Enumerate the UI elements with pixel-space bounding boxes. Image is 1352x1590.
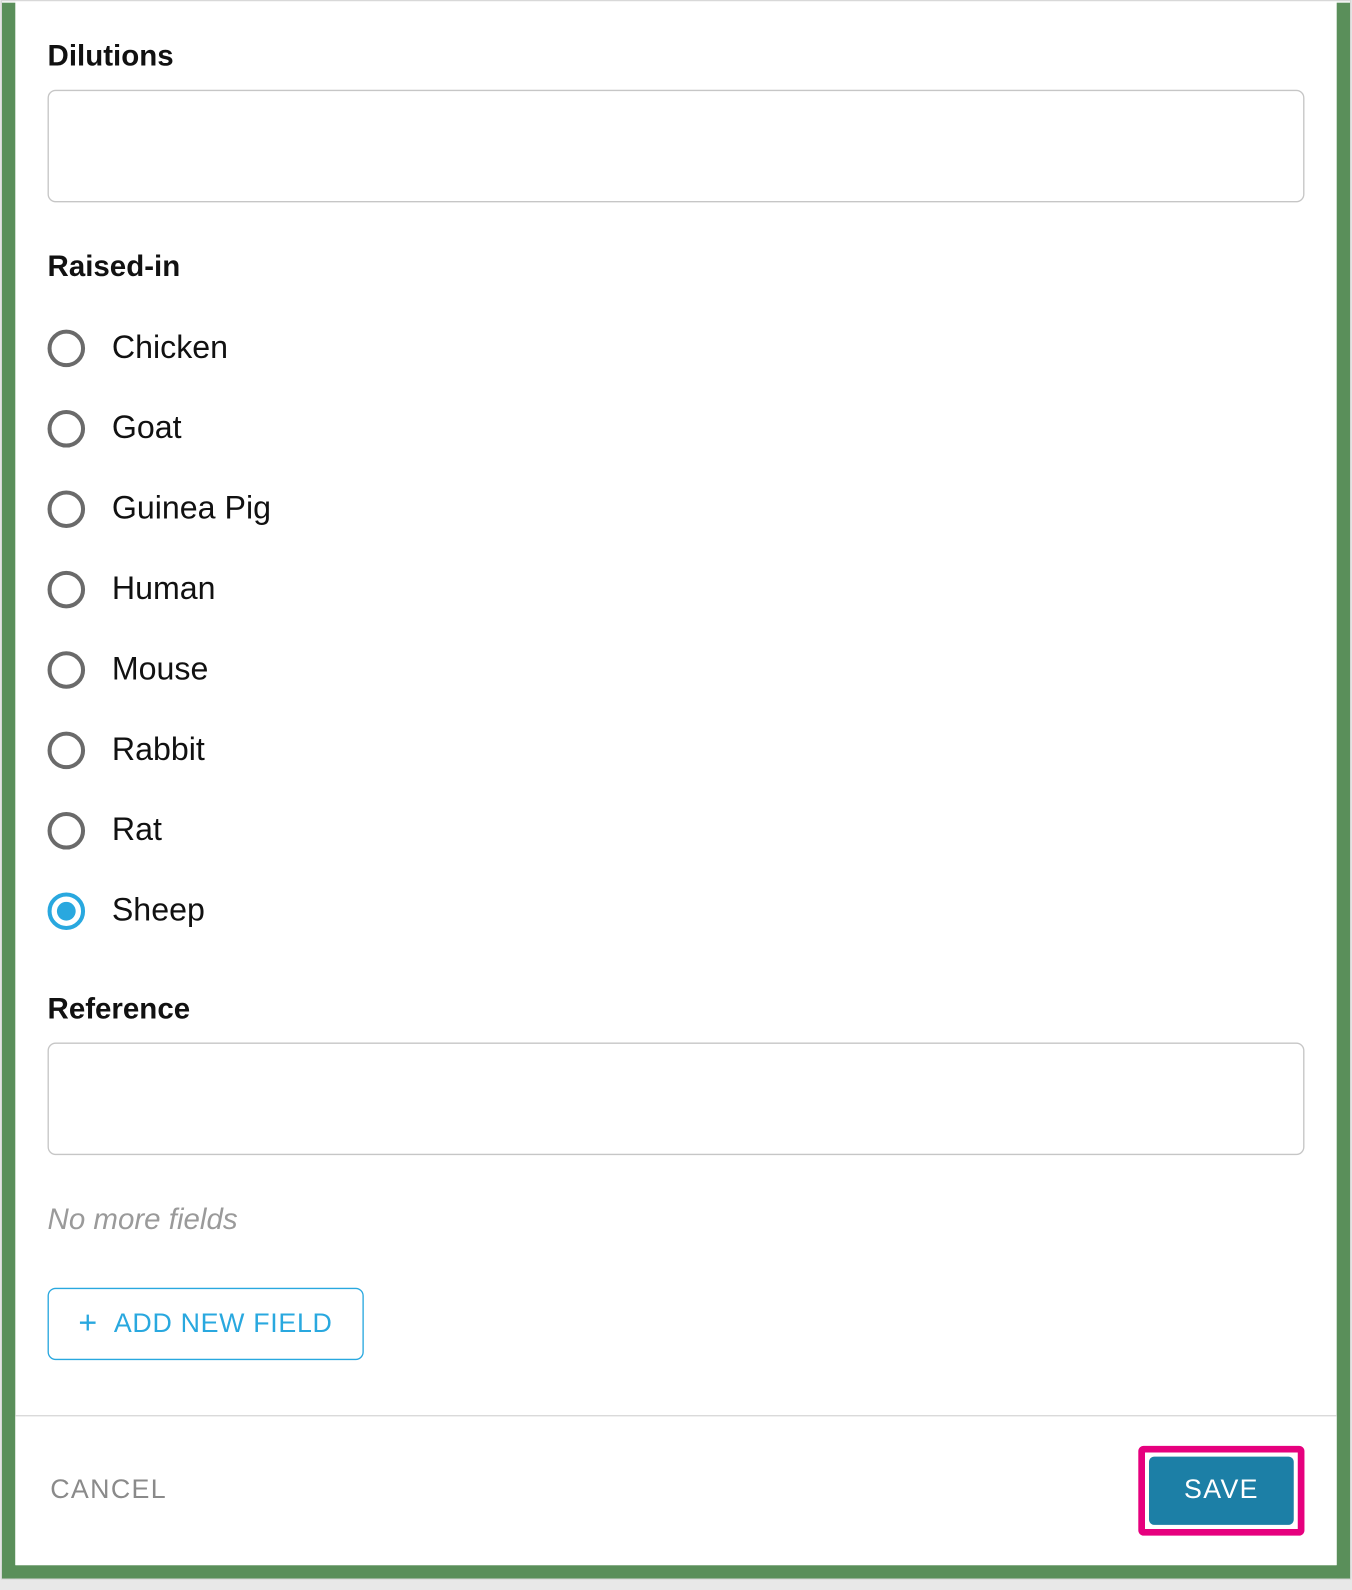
radio-label: Mouse bbox=[112, 651, 209, 689]
radio-row-mouse[interactable]: Mouse bbox=[48, 630, 1305, 710]
field-reference: Reference bbox=[48, 992, 1305, 1162]
save-highlight: SAVE bbox=[1138, 1446, 1304, 1536]
raised-in-radio-list: Chicken Goat Guinea Pig Human Mouse Rabbit Rat… bbox=[48, 308, 1305, 951]
no-more-fields-text: No more fields bbox=[48, 1202, 1305, 1237]
radio-icon bbox=[48, 892, 86, 930]
radio-label: Human bbox=[112, 571, 216, 609]
radio-icon bbox=[48, 651, 86, 689]
add-new-field-label: ADD NEW FIELD bbox=[114, 1309, 333, 1340]
radio-label: Chicken bbox=[112, 330, 228, 368]
radio-label: Sheep bbox=[112, 892, 205, 930]
radio-icon bbox=[48, 330, 86, 368]
reference-label: Reference bbox=[48, 992, 1305, 1027]
dilutions-label: Dilutions bbox=[48, 39, 1305, 74]
radio-label: Goat bbox=[112, 410, 182, 448]
cancel-button[interactable]: CANCEL bbox=[48, 1467, 170, 1514]
add-new-field-button[interactable]: + ADD NEW FIELD bbox=[48, 1288, 364, 1360]
footer-bar: CANCEL SAVE bbox=[15, 1415, 1336, 1565]
content-area: Dilutions Raised-in Chicken Goat Guinea Pi… bbox=[15, 1, 1336, 1565]
field-dilutions: Dilutions bbox=[48, 39, 1305, 209]
radio-label: Guinea Pig bbox=[112, 490, 271, 528]
radio-icon bbox=[48, 410, 86, 448]
radio-row-rabbit[interactable]: Rabbit bbox=[48, 710, 1305, 790]
save-button[interactable]: SAVE bbox=[1149, 1457, 1294, 1525]
dilutions-input[interactable] bbox=[48, 90, 1305, 203]
form-body: Dilutions Raised-in Chicken Goat Guinea Pi… bbox=[15, 1, 1336, 1415]
radio-row-goat[interactable]: Goat bbox=[48, 389, 1305, 469]
radio-dot-icon bbox=[57, 902, 76, 921]
radio-label: Rabbit bbox=[112, 732, 205, 770]
radio-row-rat[interactable]: Rat bbox=[48, 791, 1305, 871]
frame-border-right bbox=[1337, 3, 1350, 1579]
radio-row-sheep[interactable]: Sheep bbox=[48, 871, 1305, 951]
radio-label: Rat bbox=[112, 812, 162, 850]
radio-row-guinea-pig[interactable]: Guinea Pig bbox=[48, 469, 1305, 549]
form-frame: Dilutions Raised-in Chicken Goat Guinea Pi… bbox=[1, 0, 1352, 1580]
raised-in-label: Raised-in bbox=[48, 249, 1305, 284]
radio-icon bbox=[48, 571, 86, 609]
radio-icon bbox=[48, 490, 86, 528]
reference-input[interactable] bbox=[48, 1043, 1305, 1156]
radio-row-chicken[interactable]: Chicken bbox=[48, 308, 1305, 388]
radio-icon bbox=[48, 732, 86, 770]
frame-border-bottom bbox=[2, 1565, 1350, 1578]
radio-row-human[interactable]: Human bbox=[48, 549, 1305, 629]
plus-icon: + bbox=[78, 1308, 97, 1340]
frame-border-left bbox=[2, 3, 15, 1579]
radio-icon bbox=[48, 812, 86, 850]
field-raised-in: Raised-in Chicken Goat Guinea Pig Human Mous… bbox=[48, 249, 1305, 951]
